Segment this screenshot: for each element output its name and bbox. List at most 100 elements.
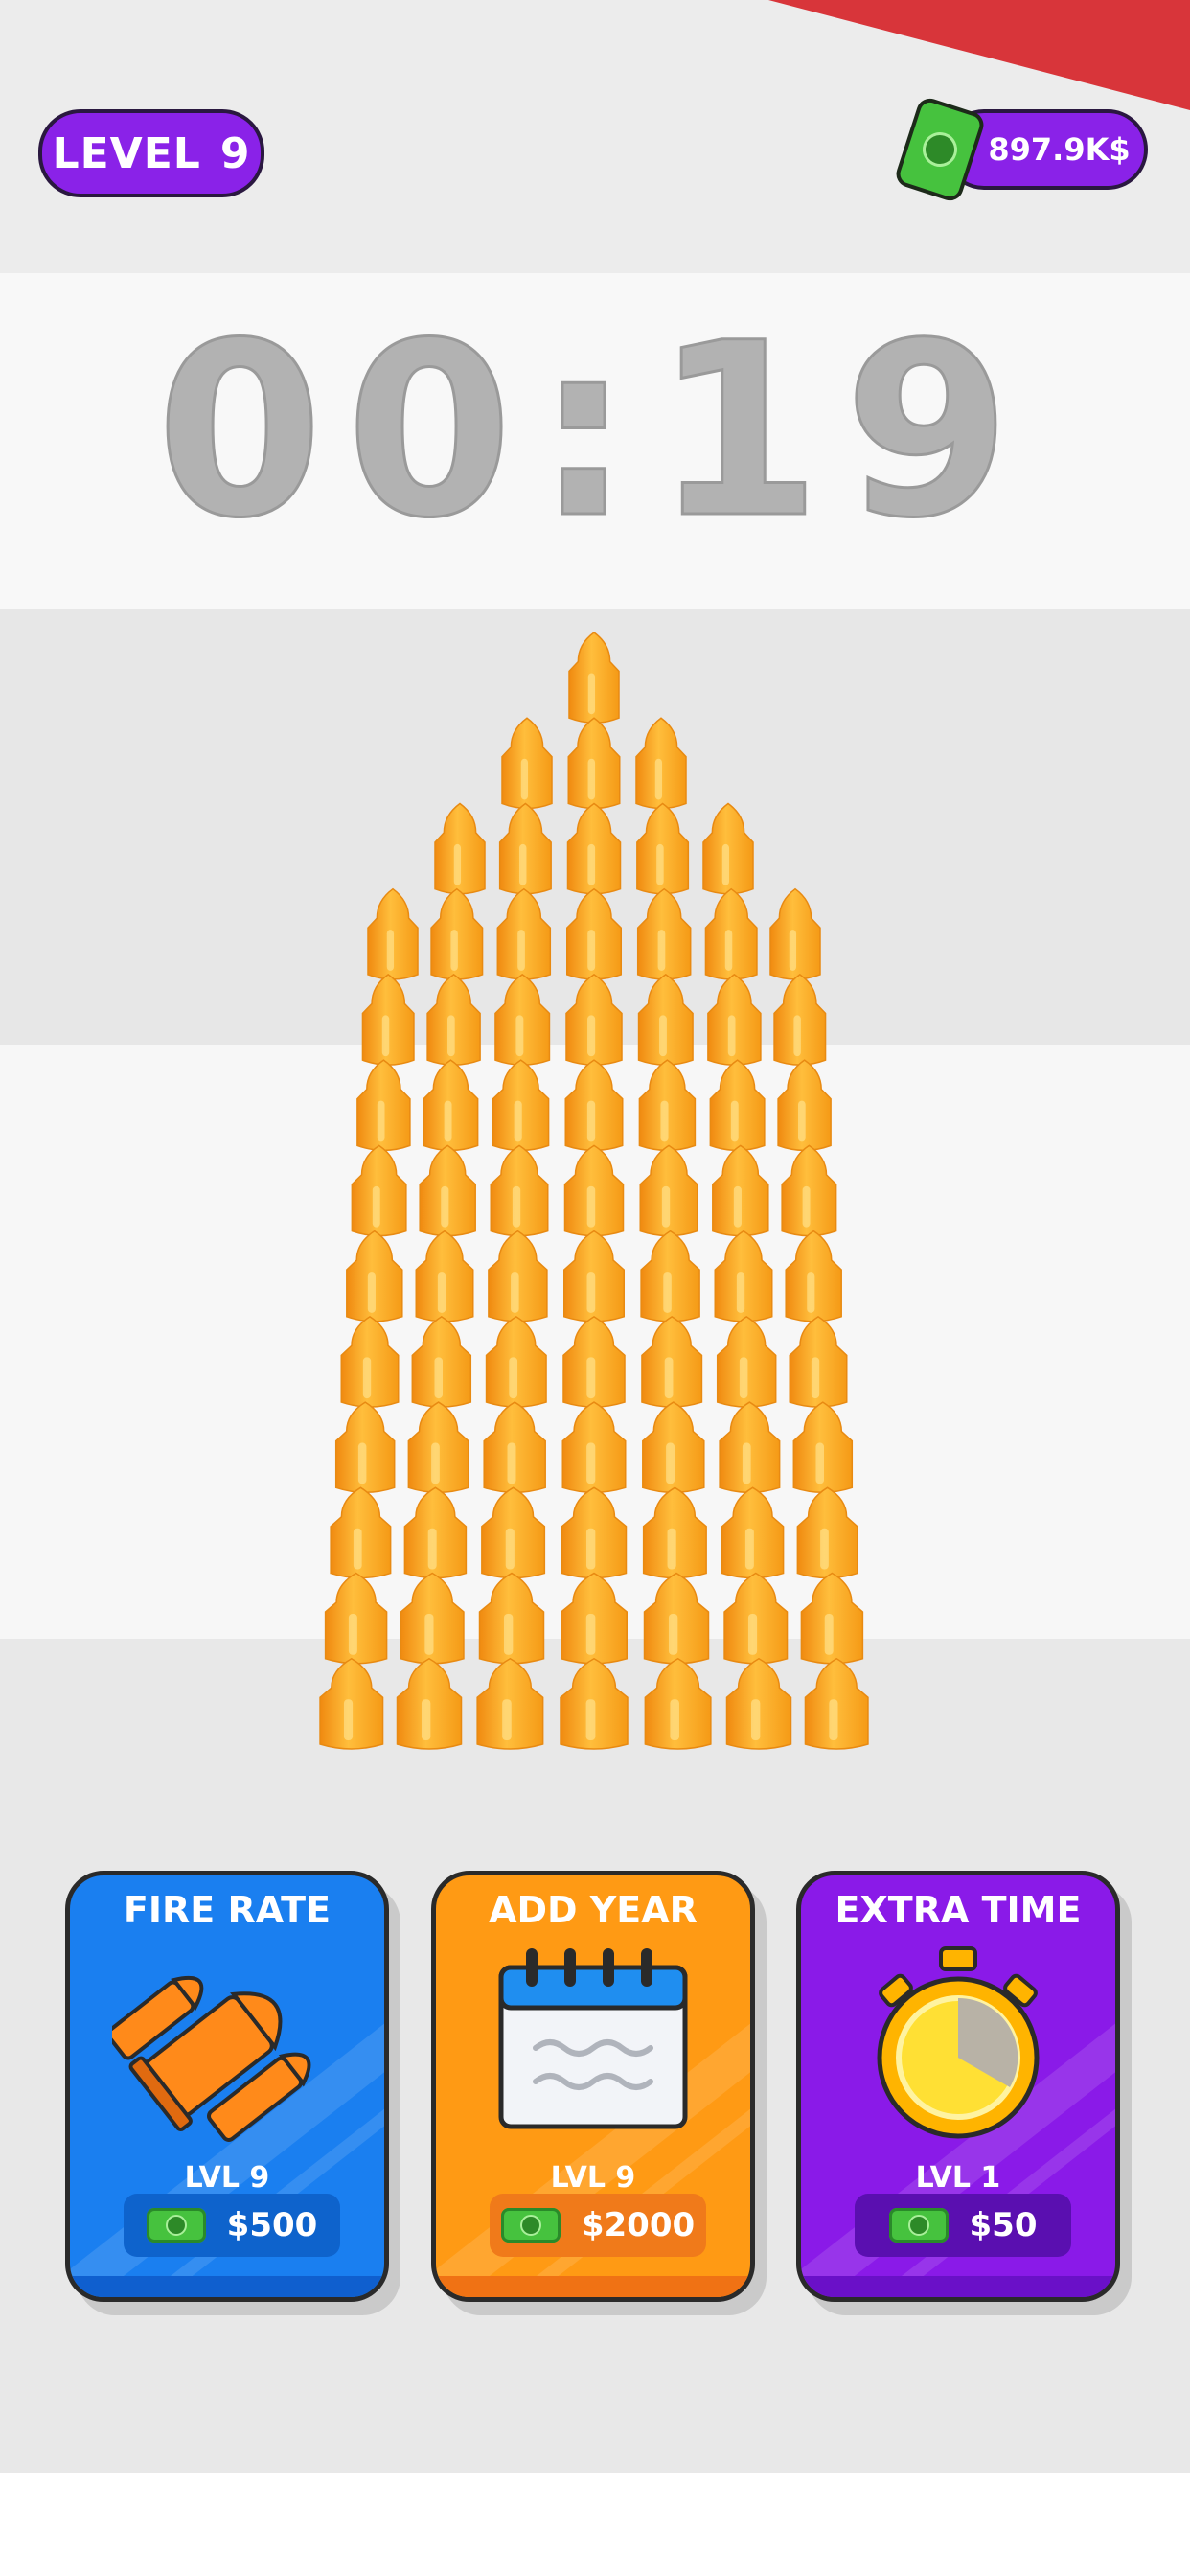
bullet	[340, 1315, 400, 1408]
bullet	[356, 1059, 411, 1152]
bullet	[644, 1657, 712, 1750]
bullet	[566, 802, 622, 895]
bullet	[330, 1486, 392, 1579]
bullet	[568, 632, 620, 724]
buy-extra-time-button[interactable]: $50	[855, 2194, 1071, 2257]
card-shade	[436, 2276, 750, 2297]
bullet	[351, 1144, 407, 1237]
bullet	[709, 1059, 766, 1152]
level-badge: LEVEL 9	[38, 109, 264, 197]
bullet	[638, 1059, 697, 1152]
bullet	[319, 1657, 384, 1750]
bullet	[485, 1315, 547, 1408]
countdown-timer: 00:19	[155, 291, 1034, 570]
bullet	[642, 1401, 705, 1493]
bullet	[639, 1144, 698, 1237]
bullet	[636, 802, 690, 895]
bullet-formation	[319, 632, 869, 1750]
corner-ribbon	[768, 0, 1190, 110]
card-price: $50	[969, 2206, 1038, 2244]
bullet	[488, 1230, 548, 1322]
bullet	[490, 1144, 549, 1237]
bullet	[334, 1401, 396, 1494]
bullet	[483, 1401, 546, 1493]
money-value: 897.9K$	[988, 131, 1131, 168]
bullet	[346, 1230, 403, 1322]
bullet	[777, 1059, 832, 1152]
bullet	[361, 974, 415, 1066]
bullet	[411, 1315, 472, 1408]
bullet	[400, 1572, 465, 1665]
bullet	[773, 974, 827, 1066]
bullet	[792, 1401, 854, 1494]
bullet	[561, 1401, 627, 1493]
extra-time-upgrade-card[interactable]: EXTRA TIME LVL 1 $50	[796, 1871, 1120, 2302]
bullet	[714, 1230, 773, 1322]
card-level: LVL 1	[915, 2161, 1001, 2195]
bullet	[636, 887, 692, 980]
bullets-icon	[112, 1975, 311, 2142]
bullet	[498, 802, 552, 895]
bullet	[561, 1572, 628, 1665]
bullet	[721, 1486, 785, 1579]
bullet	[804, 1657, 869, 1750]
bullet	[434, 802, 486, 895]
calendar-icon	[498, 1948, 688, 2129]
fire-rate-upgrade-card[interactable]: FIRE RATE LVL 9 $500	[65, 1871, 389, 2302]
card-level: LVL 9	[550, 2161, 636, 2195]
bullet	[430, 887, 484, 980]
bullet	[723, 1572, 789, 1665]
bullet	[796, 1486, 858, 1579]
bullet	[637, 974, 694, 1066]
bottom-band	[0, 2472, 1190, 2576]
buy-add-year-button[interactable]: $2000	[490, 2194, 706, 2257]
cash-icon	[500, 2208, 561, 2242]
bullet	[635, 717, 687, 810]
bullet	[564, 1059, 624, 1152]
bullet	[781, 1144, 837, 1237]
stopwatch-icon	[877, 1946, 1040, 2139]
bullet	[476, 1657, 544, 1750]
bullet	[478, 1572, 545, 1665]
level-label: LEVEL	[52, 128, 201, 178]
bullet	[492, 1059, 550, 1152]
bullet	[367, 887, 419, 980]
bullet	[769, 887, 821, 980]
card-price: $500	[226, 2206, 318, 2244]
cash-icon	[146, 2208, 206, 2242]
level-number: 9	[219, 128, 251, 178]
card-title: FIRE RATE	[123, 1889, 332, 1931]
bullet	[415, 1230, 474, 1322]
bullet	[494, 974, 551, 1066]
card-price: $2000	[581, 2206, 696, 2244]
card-level: LVL 9	[184, 2161, 270, 2195]
bullet	[562, 1315, 626, 1408]
card-shade	[70, 2276, 384, 2297]
bullet	[641, 1315, 703, 1408]
bullet	[324, 1572, 388, 1665]
cash-icon	[888, 2208, 949, 2242]
card-title: ADD YEAR	[489, 1889, 698, 1931]
bullet	[566, 887, 622, 980]
bullet	[419, 1144, 476, 1237]
bullet	[565, 974, 623, 1066]
bullet	[423, 1059, 479, 1152]
bullet	[712, 1144, 769, 1237]
bullet	[501, 717, 553, 810]
bullet	[563, 1230, 625, 1322]
bullet	[642, 1486, 707, 1579]
bullet	[716, 1315, 777, 1408]
bullet	[567, 717, 621, 810]
buy-fire-rate-button[interactable]: $500	[124, 2194, 340, 2257]
bullet	[560, 1657, 629, 1750]
card-title: EXTRA TIME	[835, 1889, 1082, 1931]
bullet	[785, 1230, 842, 1322]
add-year-upgrade-card[interactable]: ADD YEAR LVL 9 $2000	[431, 1871, 755, 2302]
bullet	[407, 1401, 469, 1493]
bullet	[789, 1315, 848, 1408]
bullet	[704, 887, 758, 980]
bullet	[561, 1486, 628, 1579]
bullet	[426, 974, 481, 1066]
bullet	[725, 1657, 792, 1750]
bullet	[563, 1144, 625, 1237]
